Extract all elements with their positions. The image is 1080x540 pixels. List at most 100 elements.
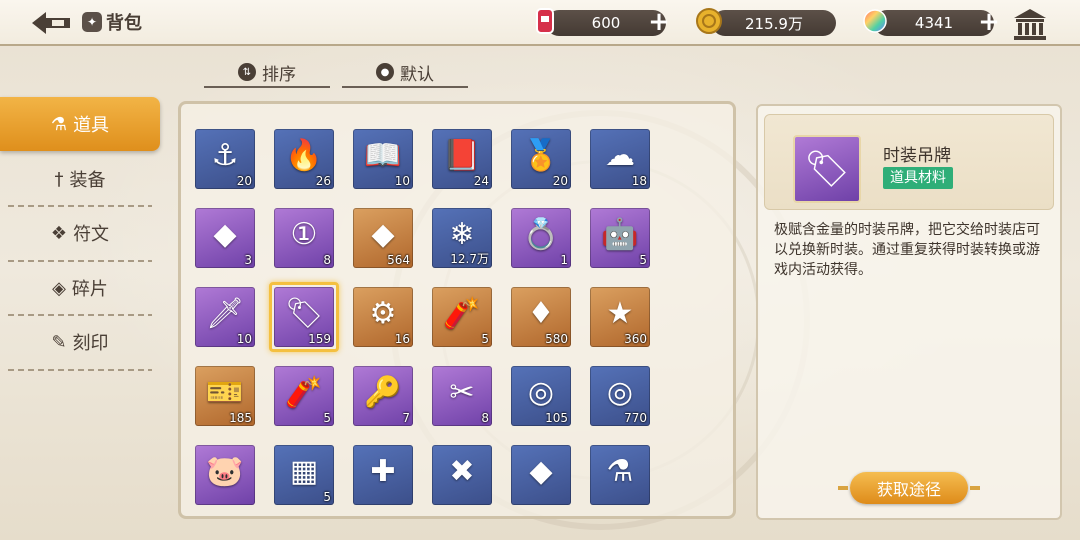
item-slot-ring[interactable]: 💍 1	[511, 208, 571, 268]
item-slot-cement-bag[interactable]: ▦ 5	[274, 445, 334, 505]
green-orb-icon: ◎	[527, 374, 555, 410]
item-slot-dynamite-purple[interactable]: 🧨 5	[274, 366, 334, 426]
blue-crystal-icon: ◆	[213, 216, 237, 252]
flask-icon: ⚗	[50, 113, 68, 135]
gold-coin-icon	[694, 4, 724, 38]
item-slot-blue-crystal[interactable]: ◆ 3	[195, 208, 255, 268]
back-button[interactable]	[30, 9, 74, 37]
page-title: 背包	[106, 13, 142, 34]
category-tab-items[interactable]: ⚗ 道具	[0, 97, 160, 151]
item-count: 26	[315, 174, 331, 188]
category-tab-equipment[interactable]: † 装备	[0, 152, 160, 206]
add-crystal-button[interactable]: +	[976, 9, 1002, 36]
item-slot-pliers[interactable]: ✂ 8	[432, 366, 492, 426]
item-count: 7	[402, 411, 410, 425]
resource-value-2: 215.9万	[745, 14, 803, 33]
sort-default-tab[interactable]: ● 默认	[342, 58, 468, 88]
sort-order-tab[interactable]: ⇅ 排序	[204, 58, 330, 88]
item-slot-red-crystal[interactable]: ♦ 580	[511, 287, 571, 347]
item-grid-panel: ⚓ 20 🔥 26 📖 10 📕 24 🏅 20 ☁ 18 ◆ 3 ① 8 ◆ 564 ❄ 12.7万 💍 1 🤖 5 🗡 10 🏷…	[178, 101, 736, 519]
lantern-icon: ⚗	[606, 453, 634, 489]
item-count: 12.7万	[450, 252, 489, 266]
cement-bag-icon: ▦	[289, 453, 319, 489]
item-count: 3	[244, 253, 252, 267]
item-slot-blue-orb[interactable]: ◎ 770	[590, 366, 650, 426]
item-slot-pillow[interactable]: ☁ 18	[590, 129, 650, 189]
item-count: 770	[624, 411, 647, 425]
category-label-runes: 符文	[73, 224, 110, 245]
dagger-icon: 🗡	[205, 295, 245, 331]
red-coin-icon: ✚	[370, 453, 396, 489]
item-detail-panel: 🏷 时装吊牌 道具材料	[756, 104, 1062, 520]
category-tab-shards[interactable]: ◈ 碎片	[0, 261, 160, 315]
sort-icon: ⇅	[238, 63, 256, 81]
red-crystal-icon: ♦	[527, 295, 555, 331]
item-detail-description: 极赋含金量的时装吊牌，把它交给时装店可以兑换新时装。通过重复获得时装转换或游戏内…	[774, 222, 1040, 278]
bag-title-group: ✦ 背包	[82, 9, 142, 35]
item-count: 360	[624, 332, 647, 346]
category-tab-seals[interactable]: ✎ 刻印	[0, 315, 160, 369]
item-slot-open-book[interactable]: 📖 10	[353, 129, 413, 189]
item-count: 5	[323, 490, 331, 504]
fashion-tag-icon: 🏷	[793, 135, 861, 203]
item-count: 185	[229, 411, 252, 425]
item-count: 5	[639, 253, 647, 267]
radio-icon: ●	[376, 63, 394, 81]
item-detail-header: 🏷 时装吊牌 道具材料	[764, 114, 1054, 210]
bank-icon	[1014, 9, 1046, 40]
seal-icon: ✎	[51, 331, 67, 353]
item-slot-tools-coin[interactable]: ✖	[432, 445, 492, 505]
item-slot-green-orb[interactable]: ◎ 105	[511, 366, 571, 426]
item-slot-dynamite[interactable]: 🧨 5	[432, 287, 492, 347]
item-slot-orange-mech[interactable]: 🤖 5	[590, 208, 650, 268]
item-count: 8	[323, 253, 331, 267]
item-count: 20	[552, 174, 568, 188]
pillow-icon: ☁	[605, 137, 635, 173]
anchor-hook-icon: ⚓	[211, 137, 239, 173]
item-count: 5	[481, 332, 489, 346]
item-slot-clear-crystal[interactable]: ❄ 12.7万	[432, 208, 492, 268]
back-arrow-icon	[32, 12, 70, 34]
item-slot-fashion-tag[interactable]: 🏷 159	[274, 287, 334, 347]
obtain-source-button[interactable]: 获取途径	[838, 472, 980, 504]
item-slot-lighter[interactable]: 🔥 26	[274, 129, 334, 189]
bank-button[interactable]	[1010, 6, 1050, 42]
rune-icon: ❖	[50, 222, 68, 244]
item-slot-sapphire[interactable]: ◆ 564	[353, 208, 413, 268]
item-slot-red-coin[interactable]: ✚	[353, 445, 413, 505]
miner-bot-icon: ⚙	[369, 295, 397, 331]
red-gem-can-icon	[530, 4, 560, 38]
item-slot-medal[interactable]: 🏅 20	[511, 129, 571, 189]
item-count: 10	[236, 332, 252, 346]
item-count: 18	[631, 174, 647, 188]
item-slot-anchor-hook[interactable]: ⚓ 20	[195, 129, 255, 189]
item-count: 16	[394, 332, 410, 346]
dynamite-purple-icon: 🧨	[285, 374, 323, 410]
item-count: 20	[236, 174, 252, 188]
rainbow-crystal-icon	[860, 4, 890, 38]
item-slot-golden-key[interactable]: 🔑 7	[353, 366, 413, 426]
item-slot-dagger[interactable]: 🗡 10	[195, 287, 255, 347]
item-count: 105	[545, 411, 568, 425]
item-count: 24	[473, 174, 489, 188]
item-slot-blue-stone[interactable]: ◆	[511, 445, 571, 505]
add-red-gem-button[interactable]: +	[646, 9, 672, 36]
item-slot-pig-bot[interactable]: 🐷	[195, 445, 255, 505]
item-count: 8	[481, 411, 489, 425]
shard-icon: ◈	[52, 277, 66, 299]
item-slot-gold-badge[interactable]: ★ 360	[590, 287, 650, 347]
item-slot-lantern[interactable]: ⚗	[590, 445, 650, 505]
category-tab-runes[interactable]: ❖ 符文	[0, 206, 160, 260]
top-bar: ✦ 背包 600 + 215.9万 4341 +	[0, 0, 1080, 46]
blue-orb-icon: ◎	[606, 374, 634, 410]
resource-value-3: 4341	[914, 14, 954, 32]
item-slot-miner-bot[interactable]: ⚙ 16	[353, 287, 413, 347]
item-slot-dark-tome[interactable]: 📕 24	[432, 129, 492, 189]
sword-icon: †	[54, 168, 64, 190]
item-slot-purple-ticket[interactable]: 🎫 185	[195, 366, 255, 426]
open-book-icon: 📖	[364, 137, 402, 173]
item-detail-name: 时装吊牌	[883, 146, 951, 166]
purple-ticket-icon: 🎫	[206, 374, 244, 410]
resource-pill-2: 215.9万	[712, 10, 836, 36]
item-slot-blue-chip[interactable]: ①8	[274, 208, 334, 268]
